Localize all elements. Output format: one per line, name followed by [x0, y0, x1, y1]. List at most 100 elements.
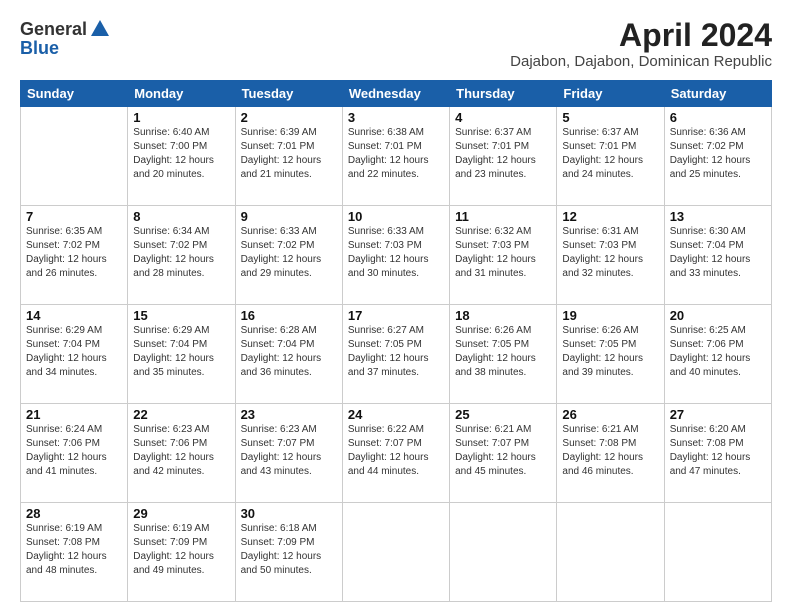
day-number: 30	[241, 506, 337, 521]
calendar-cell: 30Sunrise: 6:18 AM Sunset: 7:09 PM Dayli…	[235, 503, 342, 602]
header: General Blue April 2024 Dajabon, Dajabon…	[20, 18, 772, 70]
day-info: Sunrise: 6:21 AM Sunset: 7:08 PM Dayligh…	[562, 423, 658, 479]
day-info: Sunrise: 6:24 AM Sunset: 7:06 PM Dayligh…	[26, 423, 122, 479]
day-number: 24	[348, 407, 444, 422]
calendar-cell: 26Sunrise: 6:21 AM Sunset: 7:08 PM Dayli…	[557, 404, 664, 503]
day-number: 29	[133, 506, 229, 521]
day-number: 14	[26, 308, 122, 323]
week-row-3: 21Sunrise: 6:24 AM Sunset: 7:06 PM Dayli…	[21, 404, 772, 503]
day-number: 4	[455, 110, 551, 125]
day-info: Sunrise: 6:23 AM Sunset: 7:07 PM Dayligh…	[241, 423, 337, 479]
day-number: 12	[562, 209, 658, 224]
day-number: 21	[26, 407, 122, 422]
day-number: 28	[26, 506, 122, 521]
day-number: 20	[670, 308, 766, 323]
calendar-table: SundayMondayTuesdayWednesdayThursdayFrid…	[20, 80, 772, 602]
day-info: Sunrise: 6:26 AM Sunset: 7:05 PM Dayligh…	[562, 324, 658, 380]
calendar-cell: 19Sunrise: 6:26 AM Sunset: 7:05 PM Dayli…	[557, 305, 664, 404]
day-number: 15	[133, 308, 229, 323]
day-number: 11	[455, 209, 551, 224]
calendar-cell	[450, 503, 557, 602]
day-info: Sunrise: 6:37 AM Sunset: 7:01 PM Dayligh…	[455, 126, 551, 182]
col-header-thursday: Thursday	[450, 81, 557, 107]
col-header-tuesday: Tuesday	[235, 81, 342, 107]
calendar-cell: 16Sunrise: 6:28 AM Sunset: 7:04 PM Dayli…	[235, 305, 342, 404]
day-number: 27	[670, 407, 766, 422]
day-info: Sunrise: 6:25 AM Sunset: 7:06 PM Dayligh…	[670, 324, 766, 380]
calendar-cell: 13Sunrise: 6:30 AM Sunset: 7:04 PM Dayli…	[664, 206, 771, 305]
day-number: 7	[26, 209, 122, 224]
day-number: 13	[670, 209, 766, 224]
week-row-4: 28Sunrise: 6:19 AM Sunset: 7:08 PM Dayli…	[21, 503, 772, 602]
day-number: 26	[562, 407, 658, 422]
day-number: 6	[670, 110, 766, 125]
day-number: 19	[562, 308, 658, 323]
day-info: Sunrise: 6:28 AM Sunset: 7:04 PM Dayligh…	[241, 324, 337, 380]
calendar-cell: 12Sunrise: 6:31 AM Sunset: 7:03 PM Dayli…	[557, 206, 664, 305]
day-number: 3	[348, 110, 444, 125]
day-info: Sunrise: 6:32 AM Sunset: 7:03 PM Dayligh…	[455, 225, 551, 281]
day-number: 17	[348, 308, 444, 323]
calendar-cell: 1Sunrise: 6:40 AM Sunset: 7:00 PM Daylig…	[128, 107, 235, 206]
page: General Blue April 2024 Dajabon, Dajabon…	[0, 0, 792, 612]
day-number: 22	[133, 407, 229, 422]
day-info: Sunrise: 6:37 AM Sunset: 7:01 PM Dayligh…	[562, 126, 658, 182]
day-number: 10	[348, 209, 444, 224]
day-number: 2	[241, 110, 337, 125]
calendar-cell: 27Sunrise: 6:20 AM Sunset: 7:08 PM Dayli…	[664, 404, 771, 503]
calendar-cell: 11Sunrise: 6:32 AM Sunset: 7:03 PM Dayli…	[450, 206, 557, 305]
day-info: Sunrise: 6:35 AM Sunset: 7:02 PM Dayligh…	[26, 225, 122, 281]
day-number: 25	[455, 407, 551, 422]
calendar-cell: 20Sunrise: 6:25 AM Sunset: 7:06 PM Dayli…	[664, 305, 771, 404]
day-number: 5	[562, 110, 658, 125]
header-row: SundayMondayTuesdayWednesdayThursdayFrid…	[21, 81, 772, 107]
calendar-cell: 2Sunrise: 6:39 AM Sunset: 7:01 PM Daylig…	[235, 107, 342, 206]
day-info: Sunrise: 6:21 AM Sunset: 7:07 PM Dayligh…	[455, 423, 551, 479]
day-info: Sunrise: 6:29 AM Sunset: 7:04 PM Dayligh…	[133, 324, 229, 380]
col-header-friday: Friday	[557, 81, 664, 107]
calendar-cell: 14Sunrise: 6:29 AM Sunset: 7:04 PM Dayli…	[21, 305, 128, 404]
calendar-cell: 8Sunrise: 6:34 AM Sunset: 7:02 PM Daylig…	[128, 206, 235, 305]
calendar-cell: 18Sunrise: 6:26 AM Sunset: 7:05 PM Dayli…	[450, 305, 557, 404]
calendar-cell: 6Sunrise: 6:36 AM Sunset: 7:02 PM Daylig…	[664, 107, 771, 206]
day-info: Sunrise: 6:39 AM Sunset: 7:01 PM Dayligh…	[241, 126, 337, 182]
calendar-cell: 7Sunrise: 6:35 AM Sunset: 7:02 PM Daylig…	[21, 206, 128, 305]
calendar-cell: 25Sunrise: 6:21 AM Sunset: 7:07 PM Dayli…	[450, 404, 557, 503]
day-number: 16	[241, 308, 337, 323]
calendar-cell: 15Sunrise: 6:29 AM Sunset: 7:04 PM Dayli…	[128, 305, 235, 404]
day-info: Sunrise: 6:38 AM Sunset: 7:01 PM Dayligh…	[348, 126, 444, 182]
col-header-monday: Monday	[128, 81, 235, 107]
day-info: Sunrise: 6:36 AM Sunset: 7:02 PM Dayligh…	[670, 126, 766, 182]
day-number: 1	[133, 110, 229, 125]
calendar-title: April 2024	[510, 18, 772, 53]
day-info: Sunrise: 6:20 AM Sunset: 7:08 PM Dayligh…	[670, 423, 766, 479]
calendar-cell: 21Sunrise: 6:24 AM Sunset: 7:06 PM Dayli…	[21, 404, 128, 503]
day-info: Sunrise: 6:26 AM Sunset: 7:05 PM Dayligh…	[455, 324, 551, 380]
week-row-2: 14 Sunrise: 6:29 AM Sunset: 7:04 PM Dayli…	[21, 305, 772, 404]
calendar-cell: 5Sunrise: 6:37 AM Sunset: 7:01 PM Daylig…	[557, 107, 664, 206]
calendar-cell	[21, 107, 128, 206]
col-header-saturday: Saturday	[664, 81, 771, 107]
calendar-cell: 3Sunrise: 6:38 AM Sunset: 7:01 PM Daylig…	[342, 107, 449, 206]
day-number: 23	[241, 407, 337, 422]
logo: General Blue	[20, 18, 111, 59]
calendar-subtitle: Dajabon, Dajabon, Dominican Republic	[510, 53, 772, 70]
day-info: Sunrise: 6:23 AM Sunset: 7:06 PM Dayligh…	[133, 423, 229, 479]
calendar-cell	[664, 503, 771, 602]
day-info: Sunrise: 6:34 AM Sunset: 7:02 PM Dayligh…	[133, 225, 229, 281]
day-info: Sunrise: 6:31 AM Sunset: 7:03 PM Dayligh…	[562, 225, 658, 281]
title-block: April 2024 Dajabon, Dajabon, Dominican R…	[510, 18, 772, 70]
day-info: Sunrise: 6:19 AM Sunset: 7:08 PM Dayligh…	[26, 522, 122, 578]
week-row-0: 1Sunrise: 6:40 AM Sunset: 7:00 PM Daylig…	[21, 107, 772, 206]
day-info: Sunrise: 6:22 AM Sunset: 7:07 PM Dayligh…	[348, 423, 444, 479]
calendar-cell: 28Sunrise: 6:19 AM Sunset: 7:08 PM Dayli…	[21, 503, 128, 602]
day-info: Sunrise: 6:18 AM Sunset: 7:09 PM Dayligh…	[241, 522, 337, 578]
day-number: 9	[241, 209, 337, 224]
calendar-cell: 4Sunrise: 6:37 AM Sunset: 7:01 PM Daylig…	[450, 107, 557, 206]
day-info: Sunrise: 6:33 AM Sunset: 7:03 PM Dayligh…	[348, 225, 444, 281]
calendar-cell: 23Sunrise: 6:23 AM Sunset: 7:07 PM Dayli…	[235, 404, 342, 503]
week-row-1: 7Sunrise: 6:35 AM Sunset: 7:02 PM Daylig…	[21, 206, 772, 305]
day-number: 18	[455, 308, 551, 323]
logo-general: General	[20, 19, 87, 40]
calendar-cell: 9Sunrise: 6:33 AM Sunset: 7:02 PM Daylig…	[235, 206, 342, 305]
